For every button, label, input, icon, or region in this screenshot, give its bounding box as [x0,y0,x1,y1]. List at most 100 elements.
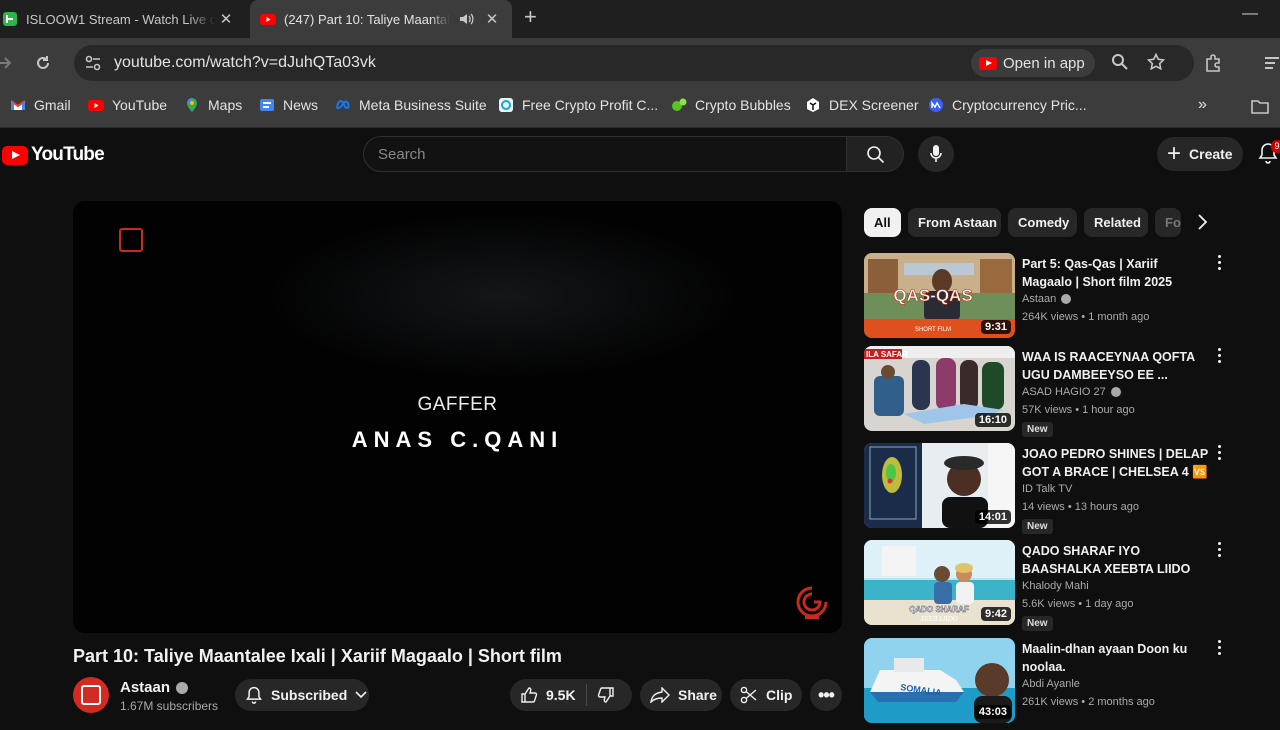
recommendation-title[interactable]: WAA IS RAACEYNAA QOFTA UGU DAMBEEYSO EE … [1022,348,1210,384]
search-input[interactable]: Search [363,136,847,172]
extensions-icon[interactable] [1204,53,1224,73]
audio-playing-icon[interactable] [458,11,474,27]
browser-tab-youtube-active[interactable]: (247) Part 10: Taliye Maantalee Ixali ✕ [250,0,512,38]
forward-icon[interactable] [0,54,12,72]
search-placeholder: Search [378,146,426,163]
zoom-icon[interactable] [1111,53,1129,71]
recommendation-channel[interactable]: Abdi Ayanle [1022,678,1080,690]
chip-comedy[interactable]: Comedy [1008,208,1077,237]
recommendation-channel[interactable]: Khalody Mahi [1022,580,1089,592]
video-thumbnail[interactable]: QADO SHARAF XEEB LIIDO 9:42 [864,540,1015,625]
bookmarks-bar: Gmail YouTube Maps News Meta Business Su… [0,88,1280,128]
more-vertical-icon[interactable] [1214,640,1224,658]
bookmark-free-crypto-profit[interactable]: Free Crypto Profit C... [498,97,658,113]
bookmark-meta-business-suite[interactable]: Meta Business Suite [335,97,487,113]
dislike-button[interactable] [587,686,615,704]
video-thumbnail[interactable]: SOMALIA 43:03 [864,638,1015,723]
recommendation-title[interactable]: JOAO PEDRO SHINES | DELAP GOT A BRACE | … [1022,445,1210,481]
more-bookmarks-icon[interactable]: » [1198,96,1207,114]
video-duration: 16:10 [974,413,1011,427]
share-button[interactable]: Share [640,679,722,711]
open-in-app-label: Open in app [1003,54,1085,72]
bookmark-news[interactable]: News [259,97,318,113]
url-text[interactable]: youtube.com/watch?v=dJuhQTa03vk [114,54,376,72]
create-button[interactable]: + Create [1157,137,1243,171]
open-in-app-button[interactable]: Open in app [971,49,1095,77]
dex-screener-icon [807,98,819,112]
bookmark-maps[interactable]: Maps [184,97,242,113]
close-tab-icon[interactable]: ✕ [482,10,502,28]
channel-name[interactable]: Astaan [120,679,189,696]
thumbs-down-icon [597,687,614,703]
reading-list-icon[interactable] [1264,55,1280,71]
bookmark-cryptocurrency-prices[interactable]: Cryptocurrency Pric... [928,97,1087,113]
thumbs-up-icon [521,687,538,703]
search-button[interactable] [846,136,904,172]
thumbnail-title-text: ILA SAFAR [866,350,908,359]
browser-tabstrip: ISLOOW1 Stream - Watch Live on ✕ (247) P… [0,0,1280,38]
like-button[interactable]: 9.5K [520,684,587,706]
youtube-logo-text: YouTube [31,144,105,165]
more-vertical-icon[interactable] [1214,348,1224,366]
new-tab-icon[interactable]: + [524,4,537,30]
recommendation-title[interactable]: Part 5: Qas-Qas | Xariif Magaalo | Short… [1022,255,1210,291]
video-thumbnail[interactable]: 14:01 [864,443,1015,528]
voice-search-button[interactable] [918,136,954,172]
subscribed-label: Subscribed [271,687,348,703]
bookmark-youtube[interactable]: YouTube [88,97,167,113]
minimize-window-icon[interactable]: — [1242,5,1258,23]
chevron-right-icon[interactable] [1196,213,1208,231]
video-duration: 43:03 [974,705,1011,719]
bell-icon [246,686,262,704]
clip-button[interactable]: Clip [730,679,802,711]
close-tab-icon[interactable]: ✕ [216,10,236,28]
youtube-logo[interactable]: YouTube [2,144,105,166]
subscribed-button[interactable]: Subscribed [235,679,369,711]
channel-watermark-icon [119,228,143,252]
recommendation-item[interactable]: 14:01 JOAO PEDRO SHINES | DELAP GOT A BR… [864,443,1264,535]
video-title: Part 10: Taliye Maantalee Ixali | Xariif… [73,646,562,666]
video-thumbnail[interactable]: ILA SAFAR 16:10 [864,346,1015,431]
recommendation-title[interactable]: Maalin-dhan ayaan Doon ku noolaa. [1022,640,1210,676]
chip-all[interactable]: All [864,208,901,237]
recommendation-meta: 14 views • 13 hours ago [1022,501,1139,513]
share-arrow-icon [650,687,670,703]
video-duration: 14:01 [974,510,1011,524]
branding-logo-icon[interactable] [795,585,829,621]
like-dislike-group: 9.5K [510,679,632,711]
tab-favicon-icon [3,12,17,26]
chevron-down-icon [355,691,367,699]
recommendation-channel[interactable]: Astaan [1022,293,1072,305]
more-vertical-icon[interactable] [1214,255,1224,273]
site-info-icon[interactable] [84,54,102,72]
folder-icon[interactable] [1251,99,1269,115]
channel-avatar[interactable] [73,677,109,713]
video-player[interactable]: GAFFER ANAS C.QANI [73,201,842,633]
browser-tab-isloow1[interactable]: ISLOOW1 Stream - Watch Live on ✕ [0,0,246,38]
address-bar[interactable]: youtube.com/watch?v=dJuhQTa03vk Open in … [74,45,1194,81]
more-vertical-icon[interactable] [1214,542,1224,560]
youtube-icon [88,100,104,111]
recommendation-channel[interactable]: ASAD HAGIO 27 [1022,386,1121,398]
chip-truncated[interactable]: Fo [1155,208,1181,237]
chip-related[interactable]: Related [1084,208,1148,237]
bookmark-gmail[interactable]: Gmail [10,97,71,113]
news-icon [260,99,274,111]
thumbnail-title-text: QAS-QAS [893,286,972,305]
recommendation-channel[interactable]: ID Talk TV [1022,483,1072,495]
bookmark-crypto-bubbles[interactable]: Crypto Bubbles [671,97,791,113]
recommendation-item[interactable]: QAS-QAS SHORT FILM 9:31 Part 5: Qas-Qas … [864,253,1264,345]
more-vertical-icon[interactable] [1214,445,1224,463]
thumbnail-subtitle-text: SHORT FILM [915,327,951,333]
verified-badge-icon [1110,387,1121,397]
bookmark-dex-screener[interactable]: DEX Screener [805,97,918,113]
video-thumbnail[interactable]: QAS-QAS SHORT FILM 9:31 [864,253,1015,338]
bookmark-star-icon[interactable] [1147,53,1165,71]
reload-icon[interactable] [34,54,52,72]
more-actions-button[interactable]: ••• [810,679,842,711]
recommendation-item[interactable]: SOMALIA 43:03 Maalin-dhan ayaan Doon ku … [864,638,1264,730]
recommendation-item[interactable]: QADO SHARAF XEEB LIIDO 9:42 QADO SHARAF … [864,540,1264,632]
recommendation-item[interactable]: ILA SAFAR 16:10 WAA IS RAACEYNAA QOFTA U… [864,346,1264,438]
recommendation-title[interactable]: QADO SHARAF IYO BAASHALKA XEEBTA LIIDO [1022,542,1210,578]
chip-from-astaan[interactable]: From Astaan [908,208,1001,237]
